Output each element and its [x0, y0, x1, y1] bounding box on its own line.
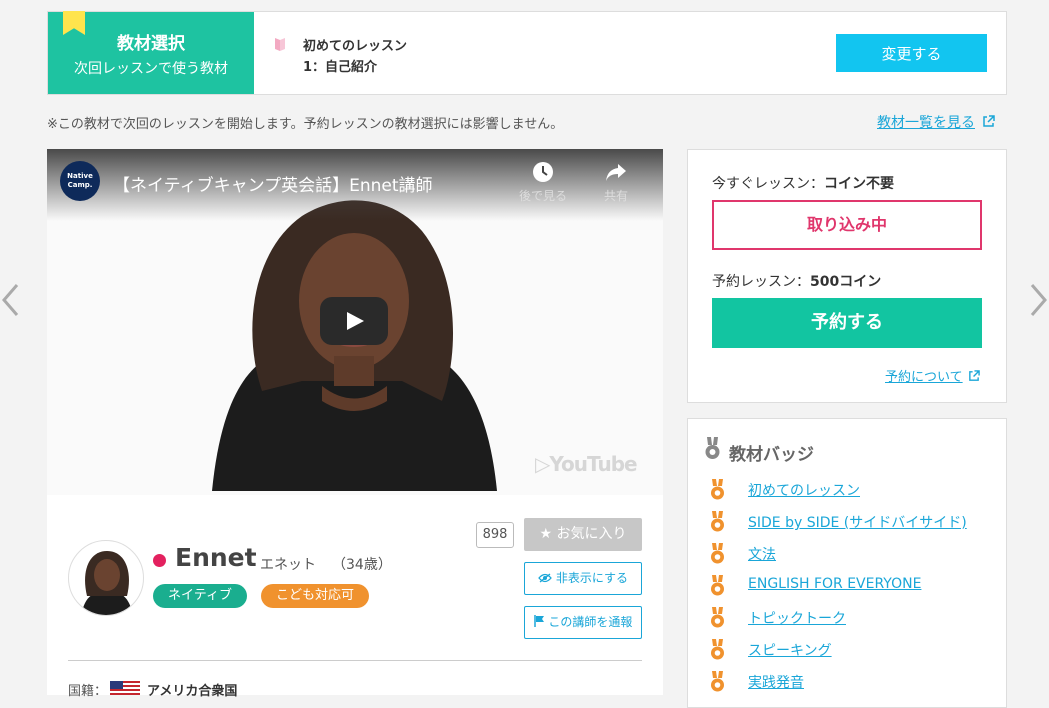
- medal-icon: [711, 575, 724, 596]
- hide-teacher-label: 非表示にする: [555, 571, 628, 585]
- teacher-name: Ennet: [175, 543, 257, 572]
- online-status-dot: [153, 554, 166, 567]
- medal-icon: [705, 437, 720, 459]
- report-teacher-button[interactable]: この講師を通報: [524, 606, 642, 639]
- chevron-left-icon[interactable]: [0, 282, 20, 318]
- flag-icon: [533, 615, 544, 627]
- reserved-lesson-label: 予約レッスン：: [712, 274, 810, 290]
- instant-lesson-label: 今すぐレッスン：: [712, 176, 824, 192]
- badge-item-link[interactable]: 実践発音: [748, 672, 804, 692]
- kids-ok-badge: こども対応可: [261, 584, 369, 608]
- medal-icon: [711, 671, 724, 692]
- material-list-link[interactable]: 教材一覧を見る: [877, 112, 996, 132]
- busy-status-button[interactable]: 取り込み中: [712, 200, 982, 250]
- eye-slash-icon: [538, 573, 552, 583]
- badge-item-link[interactable]: トピックトーク: [748, 608, 846, 628]
- video-title[interactable]: 【ネイティブキャンプ英会話】Ennet講師: [113, 171, 433, 196]
- country-name: アメリカ合衆国: [147, 684, 238, 699]
- instant-lesson-cost: コイン不要: [824, 176, 894, 192]
- about-reservation-link[interactable]: 予約について: [885, 366, 980, 385]
- about-reservation-link-text[interactable]: 予約について: [885, 370, 963, 385]
- youtube-brand-text: YouTube: [549, 452, 637, 476]
- us-flag-icon: [110, 681, 140, 695]
- teacher-avatar-image: [81, 551, 133, 615]
- reserved-lesson-cost: 500コイン: [810, 274, 882, 290]
- external-link-icon: [968, 370, 980, 381]
- medal-icon: [711, 639, 724, 660]
- reserve-button[interactable]: 予約する: [712, 298, 982, 348]
- material-list-link-text[interactable]: 教材一覧を見る: [877, 115, 975, 131]
- youtube-logo[interactable]: ▷YouTube: [535, 452, 638, 476]
- badge-item-link[interactable]: 文法: [748, 544, 776, 564]
- share-icon: [606, 164, 626, 181]
- clock-icon: [533, 162, 553, 182]
- watch-later-button[interactable]: 後で見る: [513, 161, 573, 204]
- info-divider: [68, 660, 642, 661]
- channel-logo-text-1: Native: [67, 172, 93, 180]
- youtube-play-icon: ▷: [535, 452, 550, 476]
- badge-item-link[interactable]: SIDE by SIDE (サイドバイサイド): [748, 512, 967, 532]
- video-player[interactable]: Native Camp. 【ネイティブキャンプ英会話】Ennet講師 後で見る …: [47, 149, 663, 495]
- badge-item-link[interactable]: 初めてのレッスン: [748, 480, 860, 500]
- medal-icon: [711, 479, 724, 500]
- favorite-count: 898: [476, 522, 514, 548]
- star-icon: ★: [539, 526, 553, 542]
- external-link-icon: [983, 115, 996, 127]
- selected-lesson: 1：自己紹介: [303, 60, 378, 75]
- native-badge: ネイティブ: [153, 584, 247, 608]
- favorite-button[interactable]: ★ お気に入り: [524, 518, 642, 551]
- watch-later-label: 後で見る: [518, 189, 567, 203]
- channel-logo[interactable]: Native Camp.: [60, 161, 100, 201]
- material-notice: ※この教材で次回のレッスンを開始します。予約レッスンの教材選択には影響しません。: [47, 117, 564, 132]
- selected-book-name: 初めてのレッスン: [303, 39, 408, 54]
- reserved-lesson-info: 予約レッスン：500コイン: [712, 271, 881, 291]
- material-badge-panel: 教材バッジ 初めてのレッスン SIDE by SIDE (サイドバイサイド) 文法 E…: [687, 418, 1007, 708]
- teacher-info-panel: Ennet エネット （34歳） ネイティブ こども対応可 898 ★ お気に入…: [47, 495, 663, 699]
- chevron-right-icon[interactable]: [1029, 282, 1049, 318]
- material-selection-title: 教材選択: [117, 34, 185, 54]
- book-icon: [275, 38, 285, 51]
- badge-item-link[interactable]: スピーキング: [748, 640, 832, 660]
- material-selection-subtitle: 次回レッスンで使う教材: [74, 61, 228, 77]
- booking-panel: 今すぐレッスン：コイン不要 取り込み中 予約レッスン：500コイン 予約する 予…: [687, 149, 1007, 403]
- badge-item-link[interactable]: ENGLISH FOR EVERYONE: [748, 576, 921, 592]
- teacher-name-kana: エネット: [260, 557, 316, 573]
- hide-teacher-button[interactable]: 非表示にする: [524, 562, 642, 595]
- material-badge-title: 教材バッジ: [729, 445, 814, 465]
- channel-logo-text-2: Camp.: [67, 181, 93, 189]
- instant-lesson-info: 今すぐレッスン：コイン不要: [712, 173, 894, 193]
- share-label: 共有: [603, 189, 628, 203]
- teacher-age: （34歳）: [332, 557, 392, 573]
- favorite-button-label: お気に入り: [556, 526, 627, 542]
- teacher-avatar: [68, 540, 144, 616]
- play-button[interactable]: [320, 297, 388, 345]
- share-button[interactable]: 共有: [586, 161, 646, 204]
- medal-icon: [711, 511, 724, 532]
- medal-icon: [711, 543, 724, 564]
- report-teacher-label: この講師を通報: [548, 615, 633, 629]
- country-label: 国籍：: [68, 684, 108, 699]
- change-material-button[interactable]: 変更する: [836, 34, 987, 72]
- material-selection-card: 教材選択 次回レッスンで使う教材 初めてのレッスン 1：自己紹介 変更する: [47, 11, 1007, 95]
- medal-icon: [711, 607, 724, 628]
